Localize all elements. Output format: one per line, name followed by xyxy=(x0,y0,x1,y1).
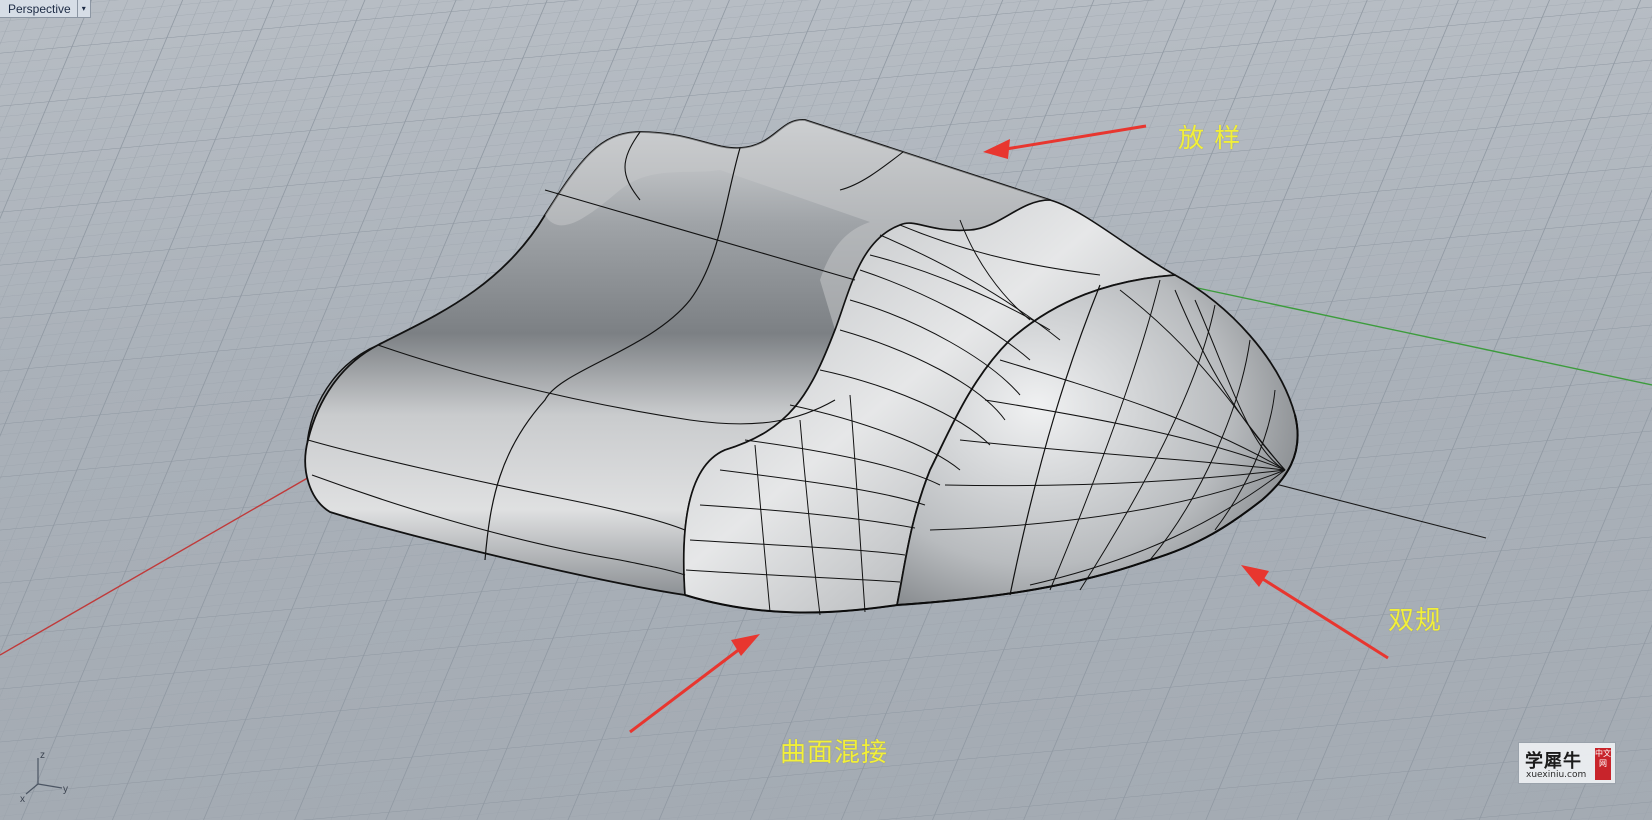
axis-y-label: y xyxy=(63,784,68,795)
axis-x-label: x xyxy=(20,794,25,804)
perspective-viewport[interactable]: Perspective ▾ 放 样 曲面混接 双规 z y x 学犀牛 xuex… xyxy=(0,0,1652,820)
model-scene[interactable] xyxy=(0,0,1652,820)
axis-triad-icon: z y x xyxy=(20,750,68,804)
annotation-loft: 放 样 xyxy=(1178,124,1242,154)
watermark-seal: 中文网 xyxy=(1595,748,1611,780)
viewport-title-tab[interactable]: Perspective ▾ xyxy=(0,0,91,18)
watermark-site: xuexiniu.com xyxy=(1526,770,1587,780)
annotation-blend-surface: 曲面混接 xyxy=(780,738,889,768)
axis-z-label: z xyxy=(40,750,45,761)
site-watermark: 学犀牛 xuexiniu.com 中文网 xyxy=(1518,742,1616,784)
annotation-sweep2: 双规 xyxy=(1388,606,1443,636)
viewport-title[interactable]: Perspective xyxy=(8,2,77,16)
dropdown-arrow-icon[interactable]: ▾ xyxy=(76,0,90,18)
